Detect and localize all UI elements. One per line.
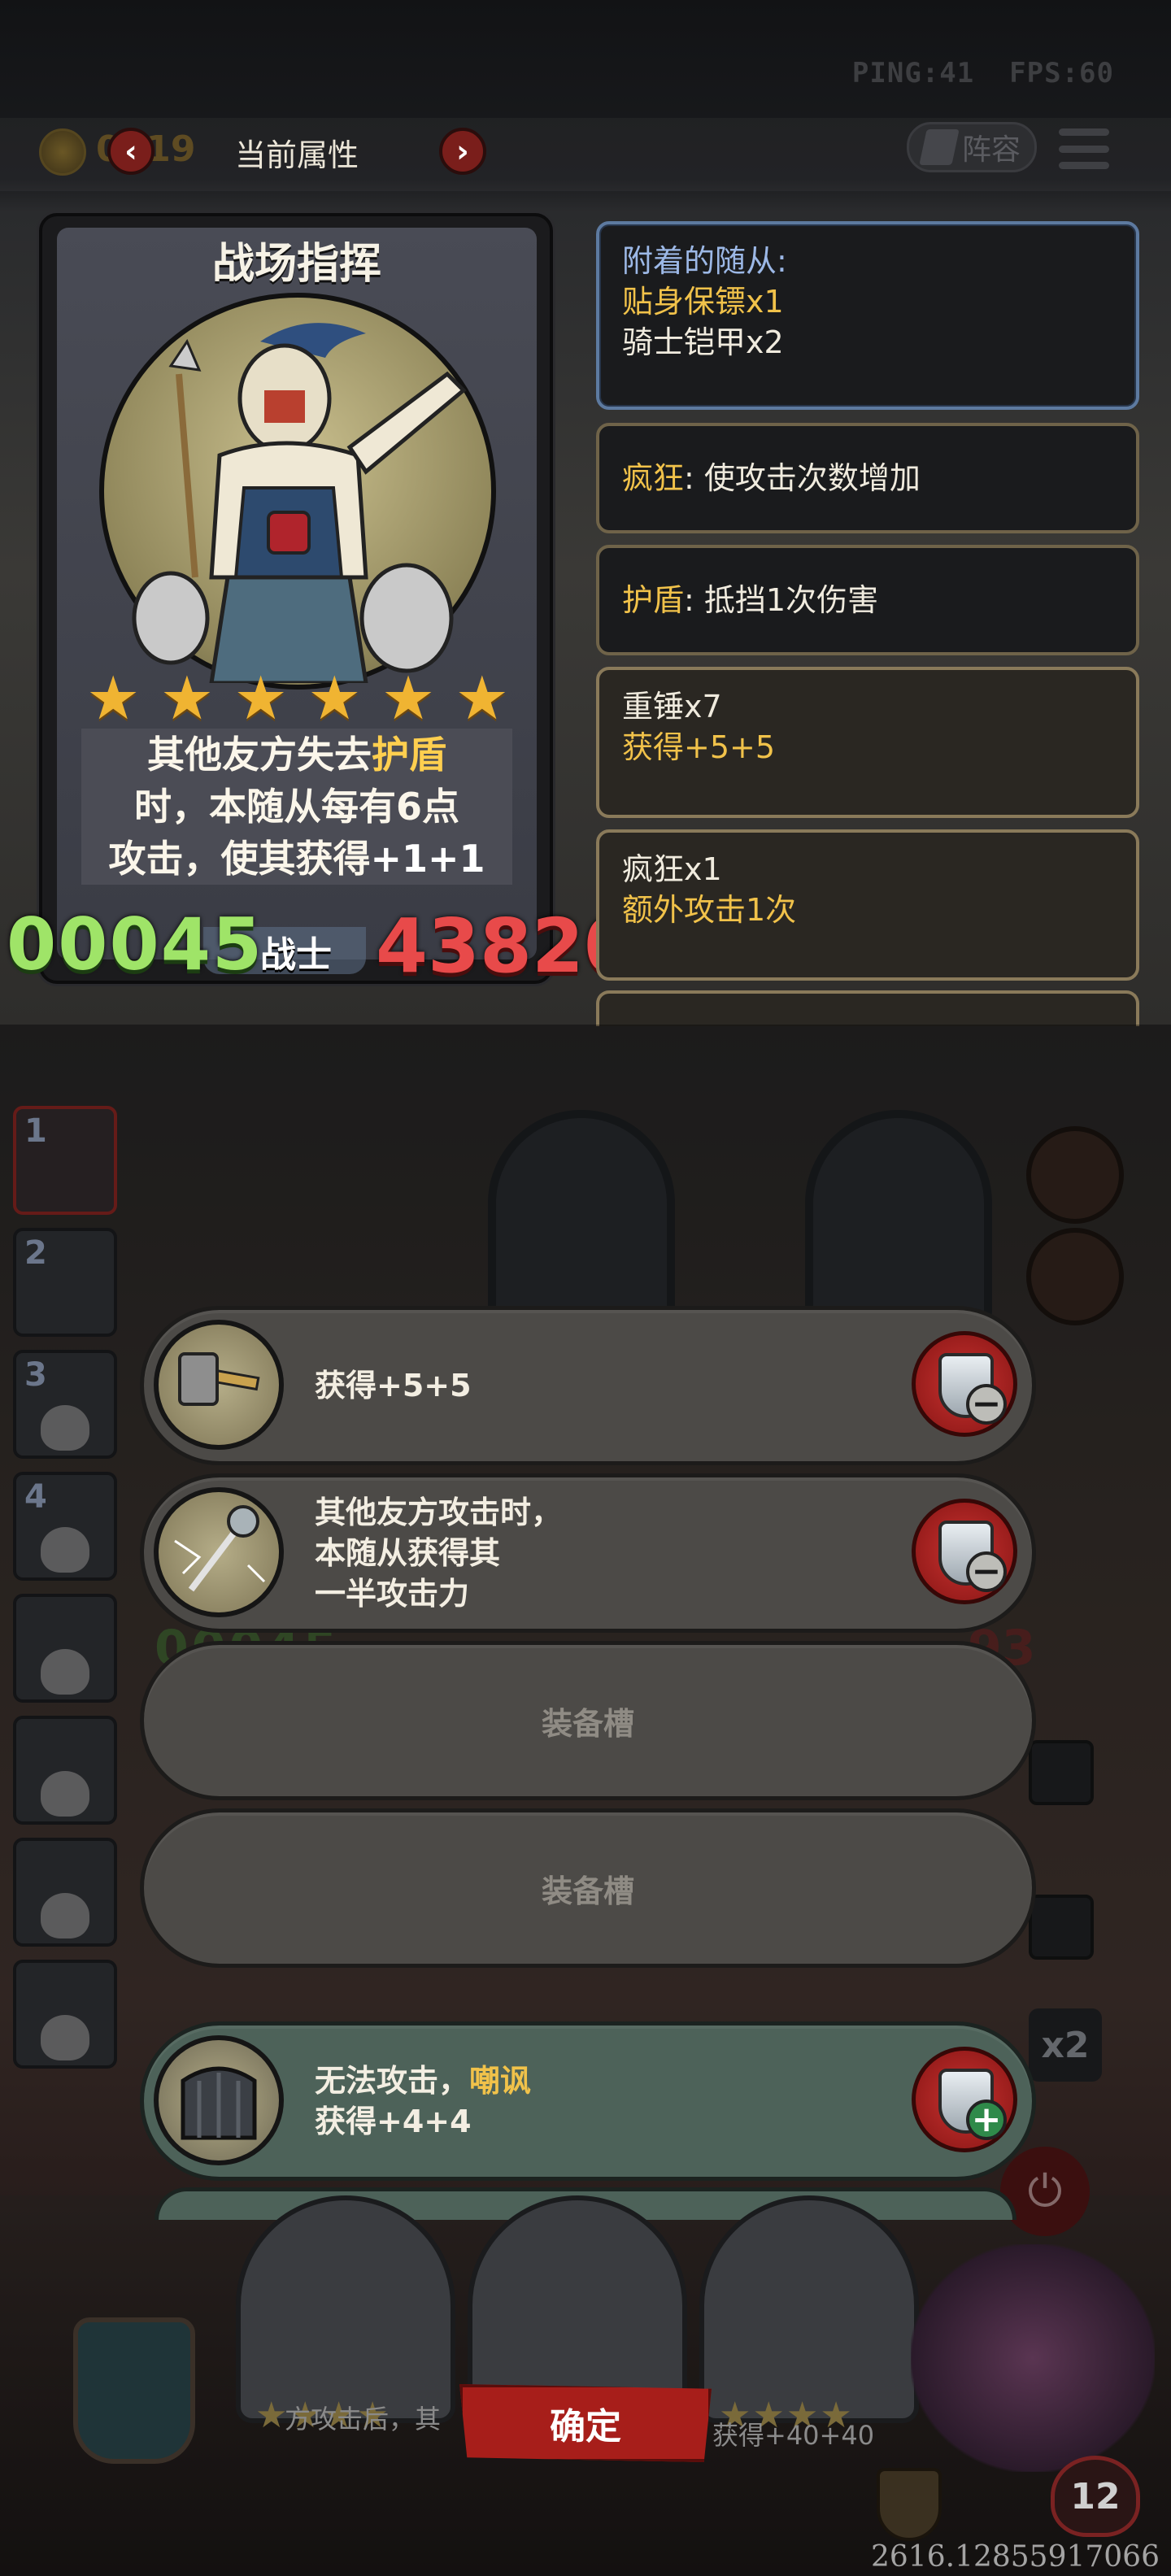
prev-arrow-icon[interactable]: ‹: [107, 128, 155, 175]
hero-name: 战场指挥: [211, 240, 381, 289]
equipment-card[interactable]: ★★★★: [699, 2195, 919, 2436]
network-stats: PING:41 FPS:60: [852, 57, 1114, 89]
next-arrow-icon[interactable]: ›: [439, 128, 486, 175]
attached-title: 附着的随从:: [622, 243, 787, 279]
hero-ability-description: 其他友方失去护盾 时，本随从每有6点 攻击，使其获得+1+1: [81, 729, 512, 885]
page-title: 当前属性: [234, 137, 359, 173]
keyword-label: 护盾: [622, 582, 685, 618]
keyword-shield: 护盾: [372, 733, 446, 777]
frenzy-keyword-panel: 疯狂: 使攻击次数增加: [596, 423, 1139, 533]
frenzy-effect-panel: 疯狂x1 额外攻击1次: [596, 829, 1139, 981]
enemy-boss-image: [911, 2244, 1155, 2472]
shield-keyword-panel: 护盾: 抵挡1次伤害: [596, 545, 1139, 655]
minus-icon: −: [966, 1384, 1007, 1425]
minus-icon: −: [966, 1551, 1007, 1592]
equipment-effect: 一半攻击力: [315, 1576, 470, 1612]
armor-icon: [154, 2035, 284, 2165]
menu-icon[interactable]: [1059, 128, 1109, 169]
equipment-card[interactable]: ★★★★: [236, 2195, 455, 2436]
plus-icon: +: [966, 2100, 1007, 2140]
hammer-icon: [154, 1320, 284, 1450]
attached-item: 骑士铠甲x2: [622, 324, 784, 360]
desc-bonus: +1+1: [370, 837, 485, 881]
card-description: 获得+40+40: [712, 2420, 875, 2451]
attached-minions-panel: 附着的随从: 贴身保镖x1 骑士铠甲x2: [596, 221, 1139, 410]
empty-slot-label: 装备槽: [541, 1873, 634, 1909]
equip-button[interactable]: +: [912, 2047, 1017, 2152]
equipment-effect: 无法攻击，: [315, 2063, 470, 2099]
equipment-effect: 获得+4+4: [315, 2104, 472, 2139]
lineup-button[interactable]: 阵容: [907, 122, 1037, 172]
ping-text: PING:41: [851, 57, 975, 89]
keyword-desc: : 抵挡1次伤害: [684, 582, 879, 618]
confirm-button[interactable]: 确定: [459, 2384, 712, 2462]
lineup-label: 阵容: [961, 133, 1021, 167]
effect-desc: 获得+5+5: [622, 729, 776, 765]
coordinate-readout: 2616.12855917066: [870, 2540, 1160, 2574]
star-icon: ★: [455, 664, 509, 733]
equipment-slot-armor[interactable]: 无法攻击，嘲讽 获得+4+4 +: [140, 2021, 1036, 2181]
equipment-effect: 其他友方攻击时，: [315, 1495, 563, 1530]
fps-text: FPS:60: [1009, 57, 1114, 89]
effect-desc: 额外攻击1次: [622, 892, 797, 928]
keyword-label: 疯狂: [622, 460, 685, 496]
desc-text: 其他友方失去: [147, 733, 372, 777]
shield-icon: [877, 2468, 942, 2541]
empty-slot-label: 装备槽: [541, 1705, 634, 1742]
empty-equipment-slot[interactable]: 装备槽: [140, 1641, 1036, 1800]
hammer-effect-panel: 重锤x7 获得+5+5: [596, 667, 1139, 818]
star-rating: ★ ★ ★ ★ ★ ★: [86, 668, 509, 729]
attached-item: 贴身保镖x1: [622, 284, 784, 320]
lineup-icon: [919, 129, 960, 165]
equipment-slot-hammer[interactable]: 获得+5+5 −: [140, 1306, 1036, 1465]
effect-title: 重锤x7: [622, 689, 722, 724]
equipment-effect: 本随从获得其: [315, 1535, 501, 1571]
star-icon: ★: [381, 664, 436, 733]
equipment-effect: 获得+5+5: [315, 1368, 472, 1403]
crystal-mirror-icon: [73, 2317, 195, 2464]
star-icon: ★: [159, 664, 215, 733]
unequip-button[interactable]: −: [912, 1499, 1017, 1604]
cracked-staff-icon: [154, 1487, 284, 1617]
keyword-taunt: 嘲讽: [469, 2063, 532, 2099]
coin-icon: [39, 128, 86, 176]
star-icon: ★: [307, 664, 362, 733]
more-effects-panel[interactable]: [596, 990, 1139, 1026]
heart-health-icon: 12: [1051, 2456, 1140, 2537]
empty-equipment-slot[interactable]: 装备槽: [140, 1808, 1036, 1968]
hero-art-image: [132, 323, 467, 683]
star-icon: ★: [233, 664, 288, 733]
desc-text: 时，本随从每有6点: [133, 785, 459, 829]
class-label: 战士: [260, 934, 332, 976]
card-description: 方攻击后，其: [285, 2404, 442, 2435]
desc-text: 攻击，使其获得: [108, 837, 371, 881]
unequip-button[interactable]: −: [912, 1331, 1017, 1437]
effect-title: 疯狂x1: [622, 851, 722, 887]
attack-value: 00045: [7, 903, 264, 986]
star-icon: ★: [86, 664, 141, 733]
keyword-desc: : 使攻击次数增加: [684, 460, 921, 496]
equipment-slot-staff[interactable]: 其他友方攻击时， 本随从获得其 一半攻击力 −: [140, 1473, 1036, 1633]
